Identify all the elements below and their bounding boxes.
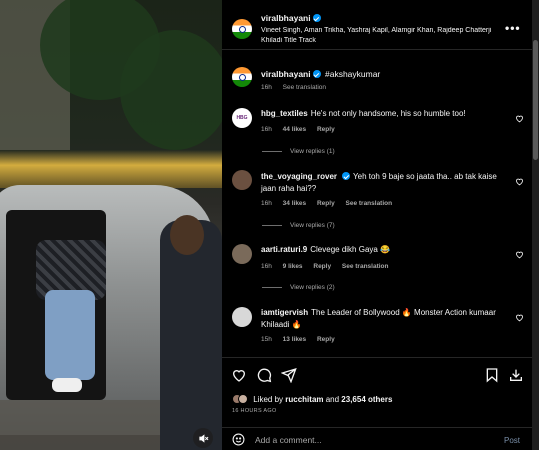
video-tree [120, 30, 222, 150]
comment-text: hbg_textiles He's not only handsome, his … [261, 108, 506, 120]
comment-like-heart-icon[interactable] [515, 313, 524, 322]
comment-avatar-logo: HBG [236, 115, 248, 121]
comment-likes[interactable]: 13 likes [283, 336, 307, 343]
comment-avatar[interactable] [232, 170, 252, 190]
comment-username[interactable]: aarti.raturi.9 [261, 245, 307, 254]
comment-likes[interactable]: 34 likes [283, 200, 307, 207]
comment-likes[interactable]: 44 likes [283, 126, 307, 133]
comment-username[interactable]: hbg_textiles [261, 109, 308, 118]
caption-row: viralbhayani #akshaykumar [261, 69, 380, 79]
comment-like-heart-icon[interactable] [515, 250, 524, 259]
comment-like-heart-icon[interactable] [515, 177, 524, 186]
verified-badge-icon [312, 14, 321, 22]
mute-icon [198, 433, 208, 443]
comment-meta: 16h 9 likes Reply See translation [261, 263, 398, 270]
caption-time: 16h [261, 84, 272, 91]
comment-meta: 15h 13 likes Reply [261, 336, 344, 343]
video-person-jeans [45, 290, 95, 380]
caption-text[interactable]: #akshaykumar [325, 69, 380, 79]
comment-avatar[interactable] [232, 244, 252, 264]
comment-text: aarti.raturi.9 Clevege dikh Gaya 😂 [261, 244, 506, 256]
post-header: viralbhayani Vineet Singh, Aman Trikha, … [222, 0, 532, 50]
collaborators-line[interactable]: Vineet Singh, Aman Trikha, Yashraj Kapil… [261, 27, 501, 34]
comment-avatar[interactable]: HBG [232, 108, 252, 128]
caption-avatar[interactable] [232, 67, 252, 87]
comment-body: He's not only handsome, his so humble to… [310, 109, 466, 118]
emoji-icon[interactable] [232, 433, 245, 446]
comment-avatar[interactable] [232, 307, 252, 327]
comment-reply-button[interactable]: Reply [313, 263, 331, 270]
audio-line[interactable]: Khiladi Title Track [261, 37, 316, 44]
video-person-shoe [52, 378, 82, 392]
comment-time: 15h [261, 336, 272, 343]
share-icon[interactable] [281, 367, 297, 383]
liker-avatar [238, 394, 248, 404]
scrollbar-thumb[interactable] [533, 40, 538, 160]
post-time-ago: 16 HOURS AGO [232, 408, 277, 414]
comment-text: the_voyaging_rover Yeh toh 9 baje so jaat… [261, 171, 506, 195]
post-actions [222, 357, 532, 391]
comment-time: 16h [261, 126, 272, 133]
comment-reply-button[interactable]: Reply [317, 200, 335, 207]
comment-reply-button[interactable]: Reply [317, 126, 335, 133]
add-comment-input[interactable] [255, 435, 495, 445]
likes-user[interactable]: rucchitam [285, 395, 323, 404]
likes-prefix: Liked by [253, 395, 286, 404]
post-side-panel: viralbhayani Vineet Singh, Aman Trikha, … [222, 0, 532, 450]
author-avatar[interactable] [232, 19, 252, 39]
caption-meta: 16h See translation [261, 84, 335, 91]
verified-badge-icon [342, 172, 351, 180]
comment-time: 16h [261, 263, 272, 270]
post-video[interactable] [0, 0, 222, 450]
comment-icon[interactable] [256, 367, 272, 383]
comment-body: Clevege dikh Gaya 😂 [310, 245, 391, 254]
caption-username[interactable]: viralbhayani [261, 69, 311, 79]
likes-summary: Liked by rucchitam and 23,654 others [232, 394, 392, 404]
comment-meta: 16h 34 likes Reply See translation [261, 200, 401, 207]
post-comment-button[interactable]: Post [504, 436, 520, 445]
video-lights [0, 150, 222, 188]
view-replies-button[interactable]: View replies (7) [262, 222, 335, 229]
likes-middle: and [323, 395, 342, 404]
video-guard-head [170, 215, 204, 255]
author-username[interactable]: viralbhayani [261, 13, 321, 23]
comment-username[interactable]: iamtigervish [261, 308, 308, 317]
likes-count[interactable]: 23,654 others [341, 395, 392, 404]
caption-see-translation[interactable]: See translation [283, 84, 326, 91]
add-comment-bar: Post [222, 427, 532, 450]
comment-like-heart-icon[interactable] [515, 114, 524, 123]
view-replies-button[interactable]: View replies (2) [262, 284, 335, 291]
comment-username[interactable]: the_voyaging_rover [261, 172, 337, 181]
download-icon[interactable] [508, 367, 524, 383]
comment-see-translation[interactable]: See translation [342, 263, 389, 270]
comment-see-translation[interactable]: See translation [346, 200, 393, 207]
comment-text: iamtigervish The Leader of Bollywood 🔥 Mo… [261, 307, 506, 331]
comment-meta: 16h 44 likes Reply [261, 126, 344, 133]
comment-reply-button[interactable]: Reply [317, 336, 335, 343]
bookmark-icon[interactable] [484, 367, 500, 383]
author-username-text[interactable]: viralbhayani [261, 13, 311, 23]
mute-button[interactable] [193, 428, 213, 448]
more-options-icon[interactable]: ••• [505, 22, 521, 34]
heart-icon[interactable] [231, 367, 247, 383]
video-guard [160, 220, 222, 450]
verified-badge-icon [312, 70, 321, 78]
comment-time: 16h [261, 200, 272, 207]
view-replies-button[interactable]: View replies (1) [262, 148, 335, 155]
comment-likes[interactable]: 9 likes [283, 263, 303, 270]
